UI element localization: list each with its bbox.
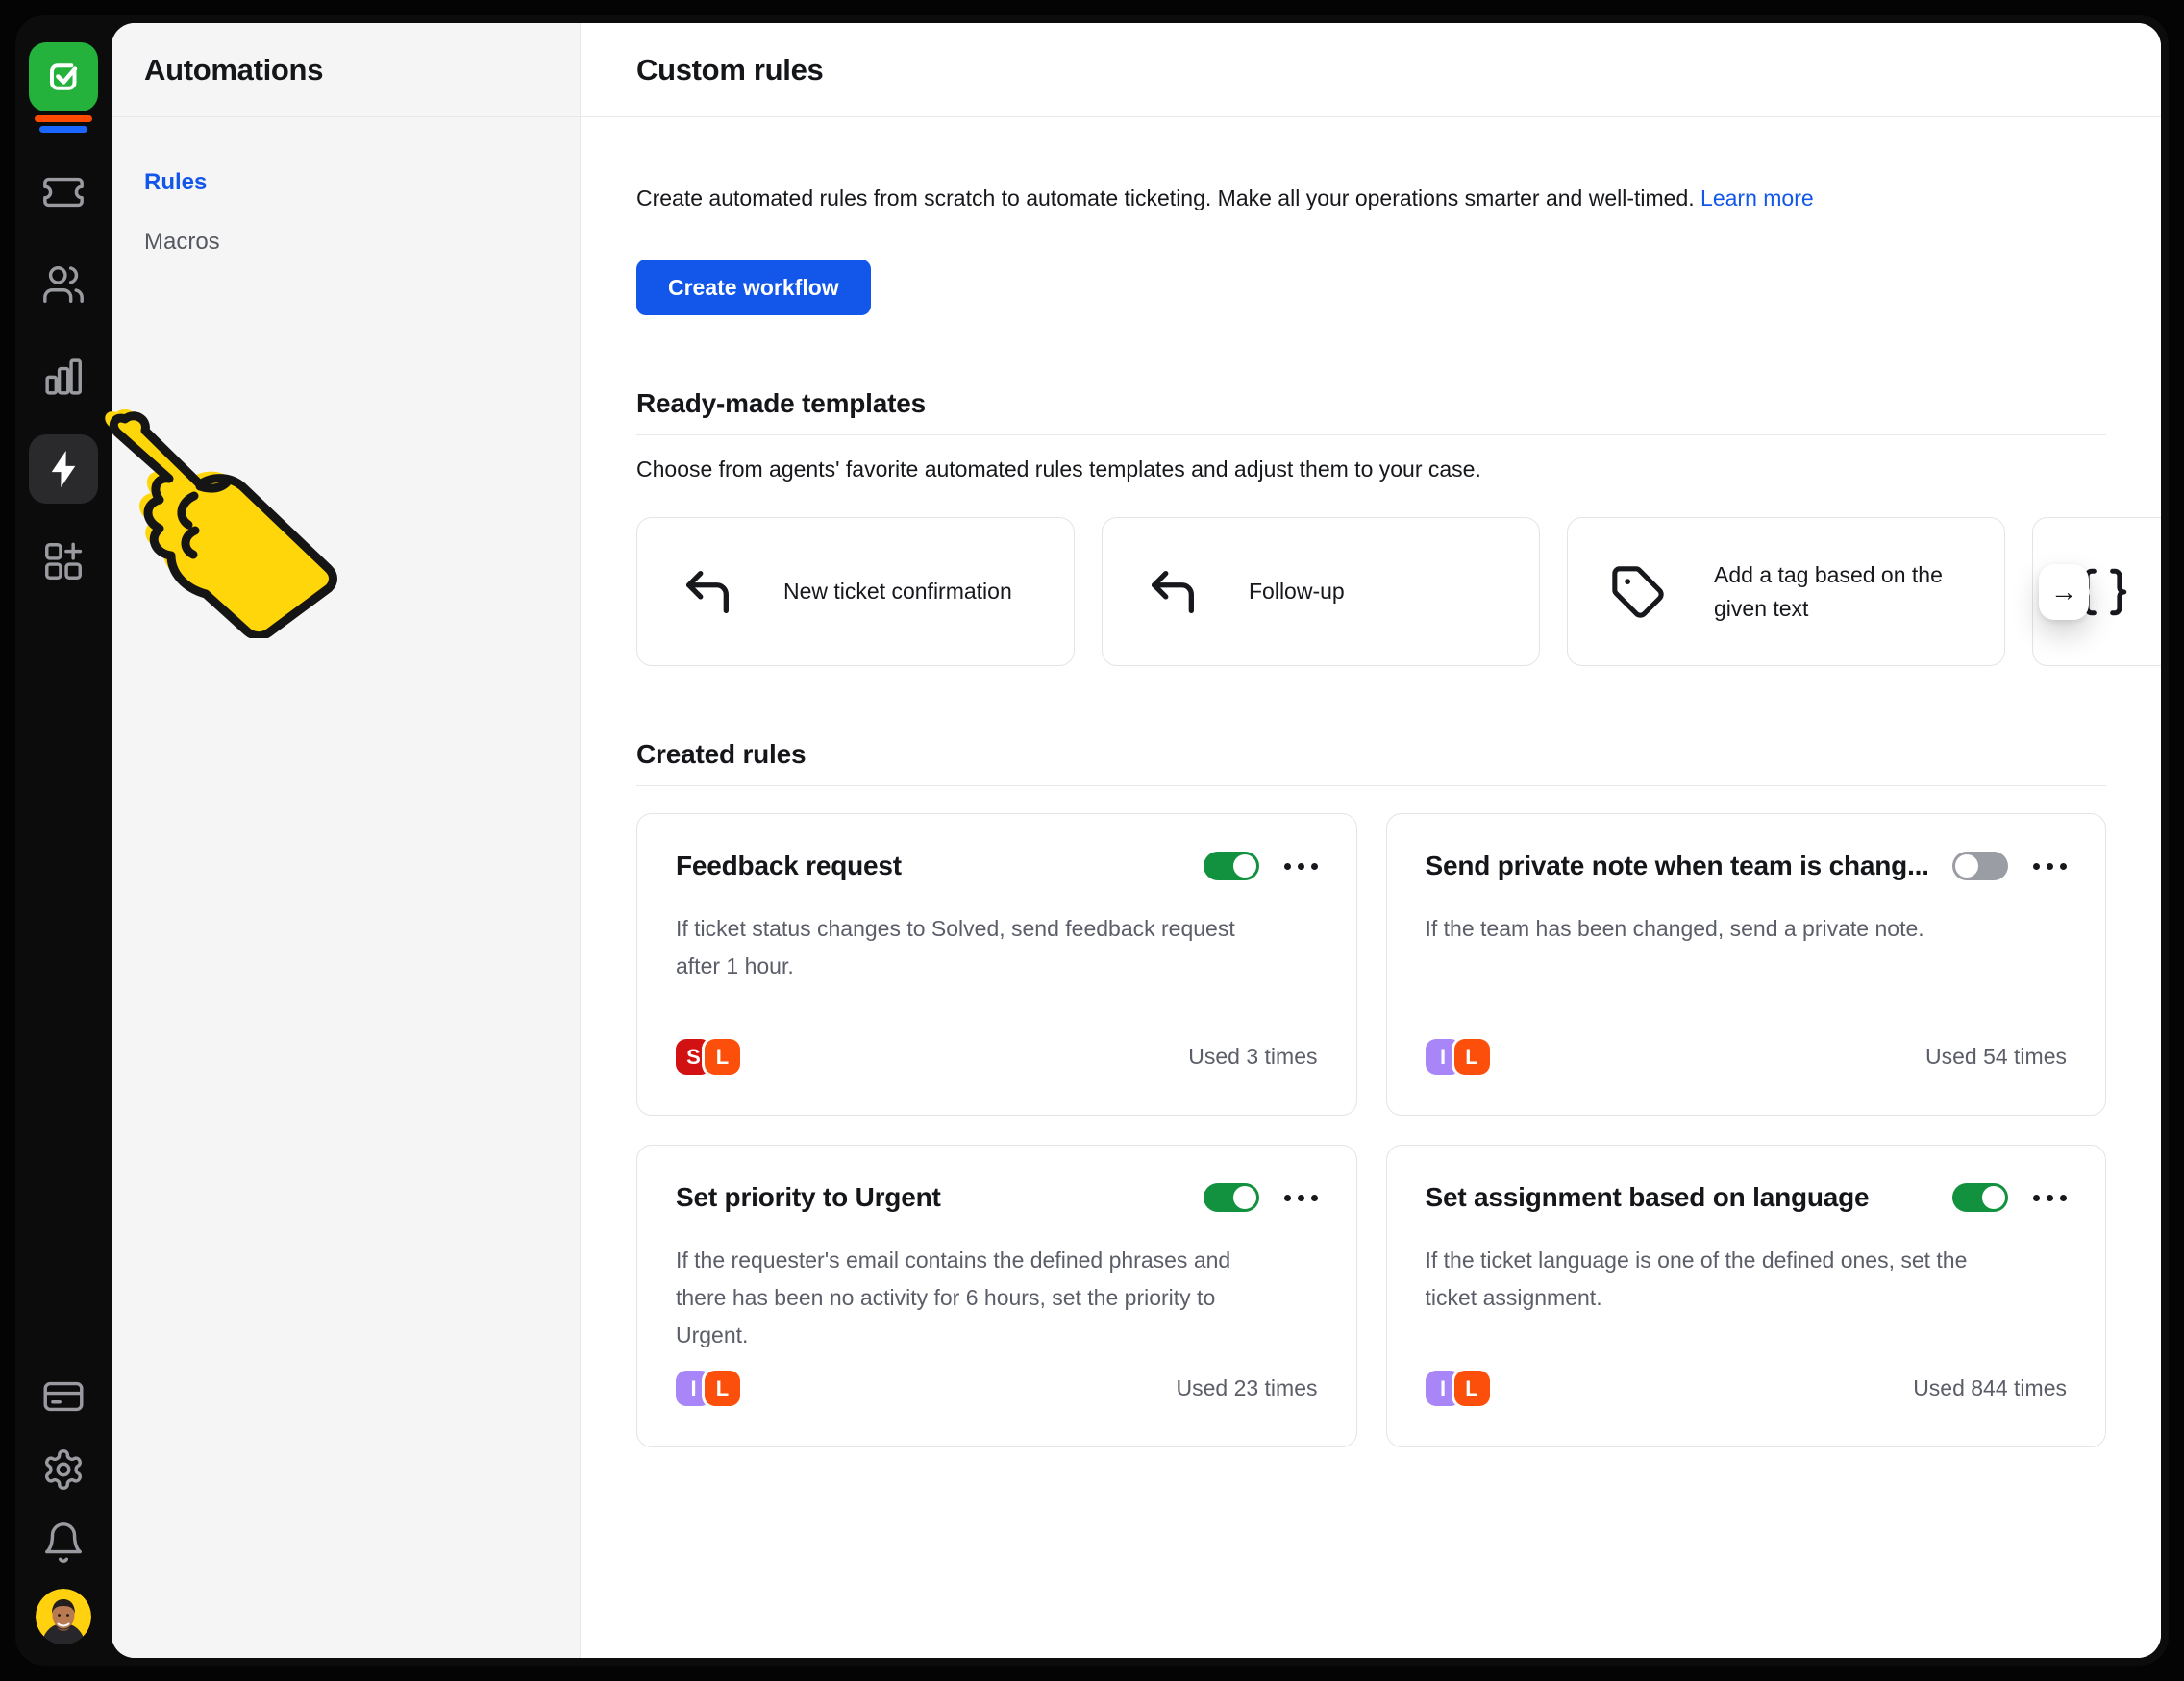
rail-item-apps[interactable] (29, 527, 98, 596)
created-rules-heading: Created rules (636, 739, 2106, 770)
status-badge: L (705, 1039, 740, 1075)
rule-description: If the team has been changed, send a pri… (1426, 910, 2022, 948)
rule-badges: S L (676, 1039, 740, 1075)
page-title: Custom rules (636, 53, 824, 87)
user-avatar-image (36, 1589, 91, 1644)
status-badge: L (1454, 1039, 1490, 1075)
rail-nav (29, 158, 98, 596)
templates-description: Choose from agents' favorite automated r… (636, 457, 2106, 482)
corner-up-left-arrow-icon (1145, 564, 1201, 620)
checkmark-logo-icon (41, 55, 86, 99)
rule-description: If the ticket language is one of the def… (1426, 1242, 2022, 1317)
template-card-label: Follow-up (1249, 575, 1345, 608)
rule-card-send-private-note: Send private note when team is chang... … (1386, 813, 2107, 1116)
more-options-icon[interactable] (2033, 1189, 2067, 1207)
more-options-icon[interactable] (1284, 857, 1318, 876)
rule-card-set-assignment-language: Set assignment based on language If the … (1386, 1145, 2107, 1447)
notifications-bell-icon (41, 1520, 86, 1565)
rule-description: If the requester's email contains the de… (676, 1242, 1272, 1354)
usage-count: Used 54 times (1925, 1044, 2067, 1070)
rule-toggle[interactable] (1204, 852, 1259, 880)
rail-item-reports[interactable] (29, 342, 98, 411)
arrow-right-icon: → (2050, 577, 2077, 607)
lightning-icon (41, 447, 86, 491)
logo-stripe-orange (35, 115, 92, 122)
rail-item-notifications[interactable] (29, 1516, 98, 1570)
rule-toggle[interactable] (1952, 852, 2008, 880)
rule-badges: I L (1426, 1039, 1490, 1075)
rule-toggle[interactable] (1204, 1183, 1259, 1212)
contacts-icon (41, 262, 86, 307)
app-rail (15, 15, 112, 1666)
templates-divider (636, 434, 2106, 435)
rail-bottom (29, 1370, 98, 1644)
billing-card-icon (41, 1374, 86, 1419)
sidebar-nav: Rules Macros (112, 117, 580, 308)
sidebar-title: Automations (144, 53, 323, 87)
app-window: Automations Rules Macros Custom rules Cr… (15, 15, 2169, 1666)
tag-icon (1610, 564, 1666, 620)
automations-sidebar: Automations Rules Macros (112, 23, 581, 1658)
rail-item-automations[interactable] (29, 434, 98, 504)
sidebar-header: Automations (112, 23, 580, 117)
user-avatar[interactable] (36, 1589, 91, 1644)
templates-scroll-next-button[interactable]: → (2039, 564, 2089, 620)
rule-toggle[interactable] (1952, 1183, 2008, 1212)
main-header: Custom rules (581, 23, 2161, 117)
main-content: Create automated rules from scratch to a… (581, 117, 2161, 1658)
rule-title: Send private note when team is chang... (1426, 851, 1928, 881)
usage-count: Used 844 times (1913, 1375, 2067, 1401)
logo-stripe-blue (39, 126, 87, 133)
learn-more-link[interactable]: Learn more (1700, 185, 1814, 210)
status-badge: L (1454, 1371, 1490, 1406)
template-card-new-ticket-confirmation[interactable]: New ticket confirmation (636, 517, 1075, 666)
create-workflow-button[interactable]: Create workflow (636, 260, 871, 315)
rule-title: Set priority to Urgent (676, 1182, 1179, 1213)
rail-item-billing[interactable] (29, 1370, 98, 1423)
rule-title: Feedback request (676, 851, 1179, 881)
more-options-icon[interactable] (1284, 1189, 1318, 1207)
reports-icon (41, 355, 86, 399)
rail-item-settings[interactable] (29, 1443, 98, 1496)
rule-badges: I L (676, 1371, 740, 1406)
sidebar-item-rules[interactable]: Rules (144, 169, 547, 196)
created-rules-grid: Feedback request If ticket status change… (636, 813, 2106, 1447)
rail-item-contacts[interactable] (29, 250, 98, 319)
templates-heading: Ready-made templates (636, 388, 2106, 419)
templates-row: New ticket confirmation Follow-up A (636, 517, 2161, 666)
usage-count: Used 23 times (1176, 1375, 1317, 1401)
template-card-label: Add a tag based on the given text (1714, 558, 1964, 626)
template-card-add-tag[interactable]: Add a tag based on the given text (1567, 517, 2005, 666)
template-card-follow-up[interactable]: Follow-up (1102, 517, 1540, 666)
rule-description: If ticket status changes to Solved, send… (676, 910, 1272, 985)
apps-grid-icon (41, 539, 86, 583)
main-pane: Custom rules Create automated rules from… (581, 23, 2161, 1658)
ticket-icon (41, 170, 86, 214)
settings-gear-icon (41, 1447, 86, 1492)
app-logo[interactable] (29, 42, 98, 133)
corner-up-left-arrow-icon (680, 564, 735, 620)
usage-count: Used 3 times (1188, 1044, 1317, 1070)
status-badge: L (705, 1371, 740, 1406)
sidebar-item-macros[interactable]: Macros (144, 229, 547, 256)
created-rules-divider (636, 785, 2106, 786)
intro-text: Create automated rules from scratch to a… (636, 181, 2106, 215)
rule-title: Set assignment based on language (1426, 1182, 1928, 1213)
rule-card-feedback-request: Feedback request If ticket status change… (636, 813, 1357, 1116)
rule-badges: I L (1426, 1371, 1490, 1406)
content-panel: Automations Rules Macros Custom rules Cr… (112, 23, 2161, 1658)
template-card-label: New ticket confirmation (783, 575, 1012, 608)
rail-item-tickets[interactable] (29, 158, 98, 227)
intro-copy: Create automated rules from scratch to a… (636, 185, 1695, 210)
more-options-icon[interactable] (2033, 857, 2067, 876)
rule-card-set-priority-urgent: Set priority to Urgent If the requester'… (636, 1145, 1357, 1447)
